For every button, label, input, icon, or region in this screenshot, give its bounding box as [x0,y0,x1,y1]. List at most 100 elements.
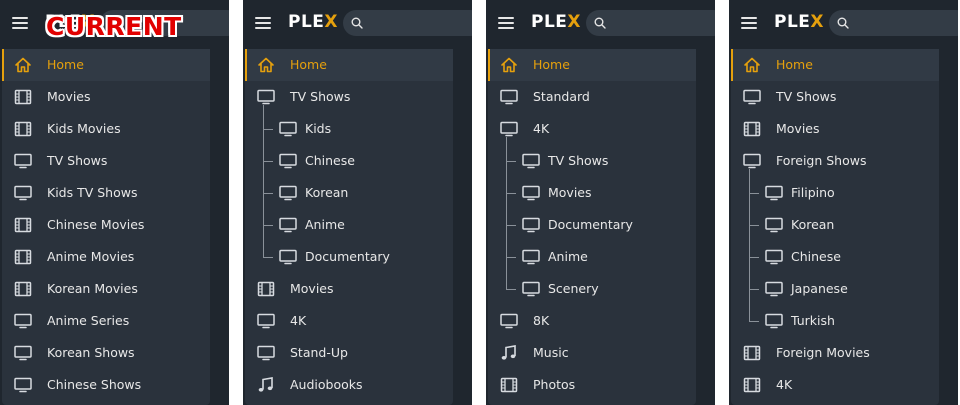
sidebar-item-label: Korean [305,185,349,200]
sidebar-item-anime-movies[interactable]: Anime Movies [2,241,210,273]
sidebar-item-documentary[interactable]: Documentary [245,241,453,273]
sidebar-item-movies[interactable]: Movies [245,273,453,305]
tv-icon [522,249,540,265]
sidebar-item-stand-up[interactable]: Stand-Up [245,337,453,369]
sidebar-item-foreign-shows[interactable]: Foreign Shows [731,145,939,177]
sidebar-item-music[interactable]: Music [488,337,696,369]
tv-icon [14,377,32,393]
tv-icon [279,249,297,265]
sidebar-item-label: TV Shows [47,153,108,168]
sidebar-item-anime[interactable]: Anime [488,241,696,273]
sidebar-item-8k[interactable]: 8K [488,305,696,337]
sidebar-item-turkish[interactable]: Turkish [731,305,939,337]
logo-text: PLE [288,12,325,32]
plex-logo[interactable]: PLEX [531,12,581,32]
tv-icon [14,153,32,169]
tv-icon [522,153,540,169]
top-bar: PLEX CURRENT [0,0,229,46]
sidebar-item-home[interactable]: Home [731,49,939,81]
sidebar-item-documentary[interactable]: Documentary [488,209,696,241]
hamburger-menu-icon[interactable] [12,17,30,29]
sidebar-item-label: Documentary [548,217,633,232]
sidebar-item-label: Korean Movies [47,281,138,296]
sidebar-item-label: Standard [533,89,590,104]
film-icon [14,281,32,297]
sidebar-item-4k[interactable]: 4K [245,305,453,337]
sidebar-item-label: Stand-Up [290,345,348,360]
sidebar-item-scenery[interactable]: Scenery [488,273,696,305]
sidebar-item-korean[interactable]: Korean [731,209,939,241]
sidebar-item-tv-shows[interactable]: TV Shows [488,145,696,177]
sidebar-item-tv-shows[interactable]: TV Shows [731,81,939,113]
plex-logo[interactable]: PLEX [288,12,338,32]
sidebar-item-japanese[interactable]: Japanese [731,273,939,305]
tv-icon [765,217,783,233]
sidebar-item-kids-movies[interactable]: Kids Movies [2,113,210,145]
sidebar-item-movies[interactable]: Movies [731,113,939,145]
sidebar-item-label: 4K [533,121,550,136]
sidebar-item-chinese[interactable]: Chinese [245,145,453,177]
sidebar-item-label: Home [290,57,327,72]
film-icon [743,345,761,361]
sidebar-item-label: TV Shows [290,89,351,104]
library-nav: Home TV Shows Kids Chinese Korean Anime Docume… [245,49,453,405]
plex-logo[interactable]: PLEX [774,12,824,32]
sidebar-item-home[interactable]: Home [488,49,696,81]
sidebar-item-label: Scenery [548,281,599,296]
sidebar-item-label: Japanese [791,281,848,296]
sidebar-item-home[interactable]: Home [2,49,210,81]
hamburger-menu-icon[interactable] [255,17,273,29]
home-icon [257,57,275,73]
sidebar-item-label: Home [533,57,570,72]
sidebar-item-standard[interactable]: Standard [488,81,696,113]
logo-accent-text: X [567,12,582,32]
sidebar-item-korean-shows[interactable]: Korean Shows [2,337,210,369]
sidebar-item-kids-tv-shows[interactable]: Kids TV Shows [2,177,210,209]
sidebar-item-label: Kids Movies [47,121,121,136]
sidebar-panel-3: PLEX Home Standard 4K TV Shows Movies Document… [486,0,715,405]
sidebar-item-label: 4K [776,377,793,392]
sidebar-item-label: Home [776,57,813,72]
music-icon [500,345,518,361]
tv-icon [500,121,518,137]
tv-icon [500,89,518,105]
sidebar-item-korean-movies[interactable]: Korean Movies [2,273,210,305]
sidebar-item-anime[interactable]: Anime [245,209,453,241]
sidebar-item-label: Anime Movies [47,249,135,264]
sidebar-item-tv-shows[interactable]: TV Shows [2,145,210,177]
top-bar: PLEX [243,0,472,46]
hamburger-menu-icon[interactable] [498,17,516,29]
current-badge: CURRENT [46,12,182,41]
search-input[interactable] [343,10,472,36]
sidebar-item-anime-series[interactable]: Anime Series [2,305,210,337]
sidebar-item-label: Music [533,345,569,360]
sidebar-item-photos[interactable]: Photos [488,369,696,401]
search-input[interactable] [586,10,715,36]
sidebar-item-foreign-movies[interactable]: Foreign Movies [731,337,939,369]
tv-icon [279,121,297,137]
sidebar-item-label: Chinese [305,153,355,168]
tv-icon [765,185,783,201]
sidebar-item-label: Movies [776,121,820,136]
sidebar-item-home[interactable]: Home [245,49,453,81]
sidebar-item-audiobooks[interactable]: Audiobooks [245,369,453,401]
sidebar-item-chinese-movies[interactable]: Chinese Movies [2,209,210,241]
hamburger-menu-icon[interactable] [741,17,759,29]
sidebar-panel-4: PLEX Home TV Shows Movies Foreign Shows Filip… [729,0,958,405]
sidebar-item-filipino[interactable]: Filipino [731,177,939,209]
search-input[interactable] [829,10,958,36]
sidebar-item-4k[interactable]: 4K [488,113,696,145]
sidebar-item-tv-shows[interactable]: TV Shows [245,81,453,113]
sidebar-item-movies[interactable]: Movies [488,177,696,209]
sidebar-item-4k[interactable]: 4K [731,369,939,401]
sidebar-item-kids[interactable]: Kids [245,113,453,145]
film-icon [14,249,32,265]
sidebar-item-movies[interactable]: Movies [2,81,210,113]
sidebar-item-chinese[interactable]: Chinese [731,241,939,273]
sidebar-item-chinese-shows[interactable]: Chinese Shows [2,369,210,401]
sidebar-item-label: 8K [533,313,550,328]
sidebar-item-korean[interactable]: Korean [245,177,453,209]
tv-icon [743,153,761,169]
library-nav: Home Standard 4K TV Shows Movies Documentary A… [488,49,696,405]
tv-icon [765,281,783,297]
